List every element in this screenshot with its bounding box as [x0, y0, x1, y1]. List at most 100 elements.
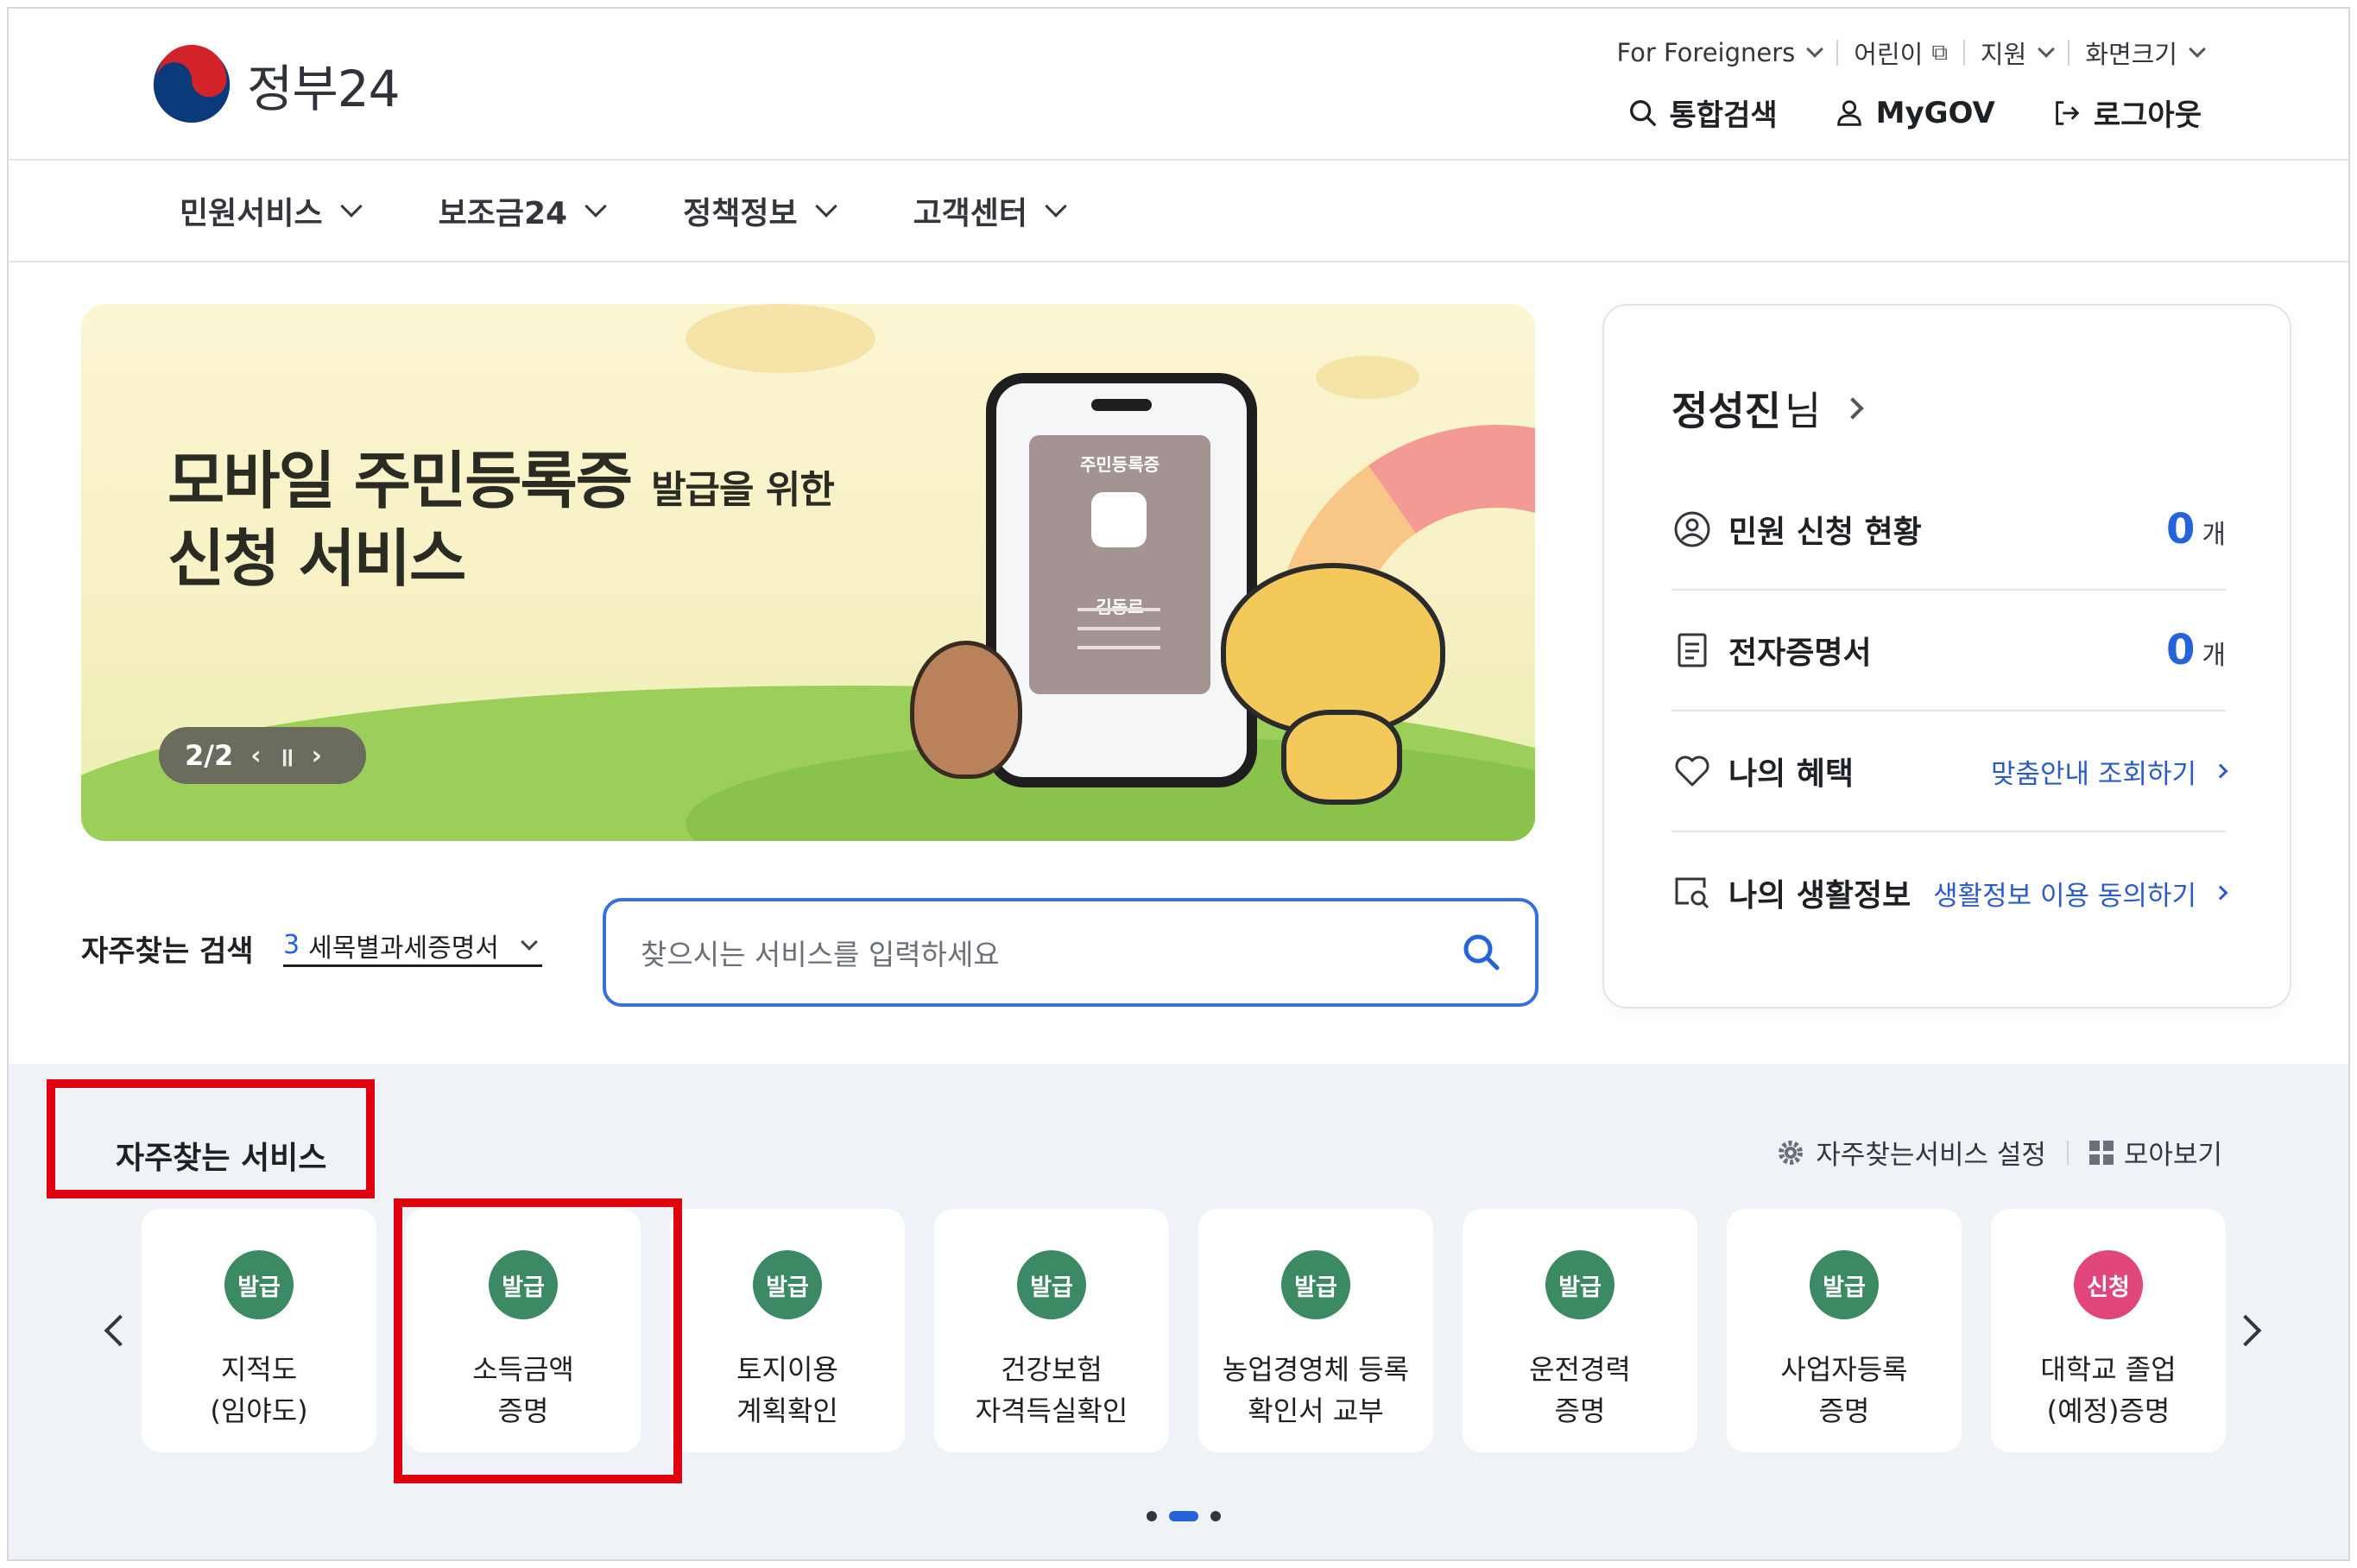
- chevron-down-icon: [2038, 41, 2056, 58]
- promo-banner[interactable]: 모바일 주민등록증 발급을 위한 신청 서비스 주민등록증 김동로 2/2 ‹ …: [81, 304, 1535, 841]
- services-settings-button[interactable]: 자주찾는서비스 설정: [1776, 1133, 2046, 1172]
- service-card[interactable]: 발급 사업자등록 증명: [1727, 1209, 1962, 1452]
- foreigners-label: For Foreigners: [1616, 38, 1796, 67]
- pause-icon[interactable]: ॥: [279, 738, 294, 774]
- banner-controls: 2/2 ‹ ॥ ›: [159, 727, 366, 784]
- screen-size-label: 화면크기: [2085, 40, 2177, 69]
- service-card[interactable]: 발급 건강보험 자격득실확인: [934, 1209, 1169, 1452]
- pagination-dot-active[interactable]: [1169, 1511, 1198, 1521]
- gnb-civil-services[interactable]: 민원서비스: [180, 188, 363, 233]
- gnb-policy-info[interactable]: 정책정보: [683, 188, 837, 233]
- profile-row-benefits: 나의 혜택 맞춤안내 조회하기: [1671, 711, 2228, 832]
- support-label: 지원: [1980, 40, 2027, 69]
- frequent-search-dropdown[interactable]: 3 세목별과세증명서: [283, 926, 542, 967]
- frequent-search-label: 자주찾는 검색: [81, 934, 254, 969]
- count: 0: [2165, 626, 2196, 674]
- external-link-icon: ⧉: [1931, 39, 1948, 66]
- logout-button[interactable]: 로그아웃: [2051, 92, 2202, 134]
- apply-badge: 신청: [2074, 1250, 2143, 1319]
- chevron-down-icon: [814, 195, 837, 218]
- chevron-right-icon: [2213, 885, 2228, 901]
- profile-row-e-certificates[interactable]: 전자증명서 0 개: [1671, 591, 2226, 711]
- cloud-decoration: [686, 304, 875, 373]
- chevron-right-icon: [1842, 397, 1865, 420]
- profile-row-label: 나의 생활정보: [1728, 878, 1912, 914]
- foreigners-link[interactable]: For Foreigners: [1601, 38, 1836, 67]
- service-card[interactable]: 신청 대학교 졸업 (예정)증명: [1991, 1209, 2226, 1452]
- frequent-search-rank: 3: [283, 930, 300, 960]
- kids-link[interactable]: 어린이 ⧉: [1838, 35, 1963, 71]
- service-name: 토지이용 계획확인: [736, 1353, 838, 1427]
- annotation-highlight-box: [394, 1198, 682, 1483]
- taegeuk-logo-icon: [153, 44, 231, 123]
- next-icon[interactable]: ›: [312, 741, 322, 771]
- pagination-dot[interactable]: [1147, 1511, 1157, 1521]
- pagination-dot[interactable]: [1210, 1511, 1221, 1521]
- account-menu: 통합검색 MyGOV 로그아웃: [1627, 92, 2202, 134]
- service-name: 지적도 (임야도): [210, 1353, 308, 1427]
- settings-label: 자주찾는서비스 설정: [1816, 1140, 2046, 1171]
- profile-row-life-info: 나의 생활정보 생활정보 이용 동의하기: [1671, 832, 2228, 953]
- logout-icon: [2056, 100, 2080, 125]
- section-title: 자주찾는 서비스: [116, 1141, 327, 1176]
- profile-row-applications[interactable]: 민원 신청 현황 0 개: [1671, 470, 2226, 591]
- view-all-label: 모아보기: [2123, 1140, 2222, 1171]
- site-name: 정부24: [247, 60, 401, 118]
- user-name-link[interactable]: 정성진 님: [1671, 380, 1865, 437]
- carousel-prev-icon[interactable]: [104, 1314, 136, 1347]
- benefits-lookup-link[interactable]: 맞춤안내 조회하기: [1990, 752, 2228, 791]
- search-icon[interactable]: [1459, 930, 1504, 975]
- line-decoration: [1077, 608, 1160, 611]
- support-menu[interactable]: 지원: [1965, 35, 2068, 71]
- chevron-down-icon: [339, 195, 363, 218]
- chevron-down-icon: [585, 195, 607, 218]
- prev-icon[interactable]: ‹: [250, 741, 261, 771]
- screen-size-menu[interactable]: 화면크기: [2069, 35, 2219, 71]
- gear-icon: [1779, 1140, 1804, 1165]
- grid-icon: [2088, 1140, 2114, 1165]
- service-card[interactable]: 발급 운전경력 증명: [1463, 1209, 1697, 1452]
- issue-badge: 발급: [1017, 1250, 1086, 1319]
- site-logo[interactable]: 정부24: [150, 43, 401, 126]
- service-card[interactable]: 발급 농업경영체 등록 확인서 교부: [1198, 1209, 1433, 1452]
- service-name: 농업경영체 등록 확인서 교부: [1222, 1353, 1410, 1427]
- mygov-label: MyGOV: [1875, 95, 1995, 130]
- person-circle-icon: [1674, 511, 1710, 547]
- life-info-consent-link[interactable]: 생활정보 이용 동의하기: [1933, 874, 2228, 913]
- gnb-label: 고객센터: [913, 196, 1028, 231]
- chevron-down-icon: [521, 933, 538, 951]
- integrated-search-button[interactable]: 통합검색: [1627, 92, 1778, 134]
- search-window-icon: [1675, 877, 1709, 909]
- gnb-label: 민원서비스: [180, 196, 323, 231]
- search-icon: [1629, 99, 1656, 126]
- banner-title-small: 발급을 위한: [651, 468, 835, 512]
- divider: [2066, 1140, 2069, 1165]
- carousel-next-icon[interactable]: [2229, 1314, 2262, 1347]
- unit: 개: [2202, 641, 2226, 671]
- issue-badge: 발급: [1810, 1250, 1879, 1319]
- issue-badge: 발급: [1545, 1250, 1615, 1319]
- owl-character: [910, 641, 1022, 779]
- id-card-illustration: 주민등록증 김동로: [1029, 435, 1210, 694]
- link-label: 맞춤안내 조회하기: [1990, 758, 2196, 790]
- view-all-button[interactable]: 모아보기: [2088, 1133, 2222, 1172]
- line-decoration: [1077, 627, 1160, 630]
- user-profile-panel: 정성진 님 민원 신청 현황 0 개 전자증명서 0 개 나의 혜택 맞춤안내 조…: [1602, 304, 2291, 1008]
- person-icon: [1091, 492, 1147, 547]
- logout-label: 로그아웃: [2093, 98, 2202, 133]
- mygov-button[interactable]: MyGOV: [1833, 96, 1995, 130]
- service-card[interactable]: 발급 토지이용 계획확인: [670, 1209, 905, 1452]
- service-card[interactable]: 발급 지적도 (임야도): [142, 1209, 376, 1452]
- integrated-search-label: 통합검색: [1669, 98, 1778, 133]
- honorific: 님: [1784, 388, 1822, 434]
- search-placeholder: 찾으시는 서비스를 입력하세요: [641, 938, 1000, 971]
- service-name: 대학교 졸업 (예정)증명: [2040, 1353, 2177, 1427]
- service-name: 건강보험 자격득실확인: [975, 1353, 1128, 1427]
- heart-icon: [1675, 756, 1709, 787]
- gnb-subsidy24[interactable]: 보조금24: [439, 188, 607, 233]
- gnb-customer-center[interactable]: 고객센터: [913, 188, 1067, 233]
- chevron-down-icon: [1045, 195, 1067, 218]
- line-decoration: [1077, 646, 1160, 649]
- search-input[interactable]: 찾으시는 서비스를 입력하세요: [603, 898, 1539, 1007]
- id-card-name: 김동로: [1096, 597, 1144, 617]
